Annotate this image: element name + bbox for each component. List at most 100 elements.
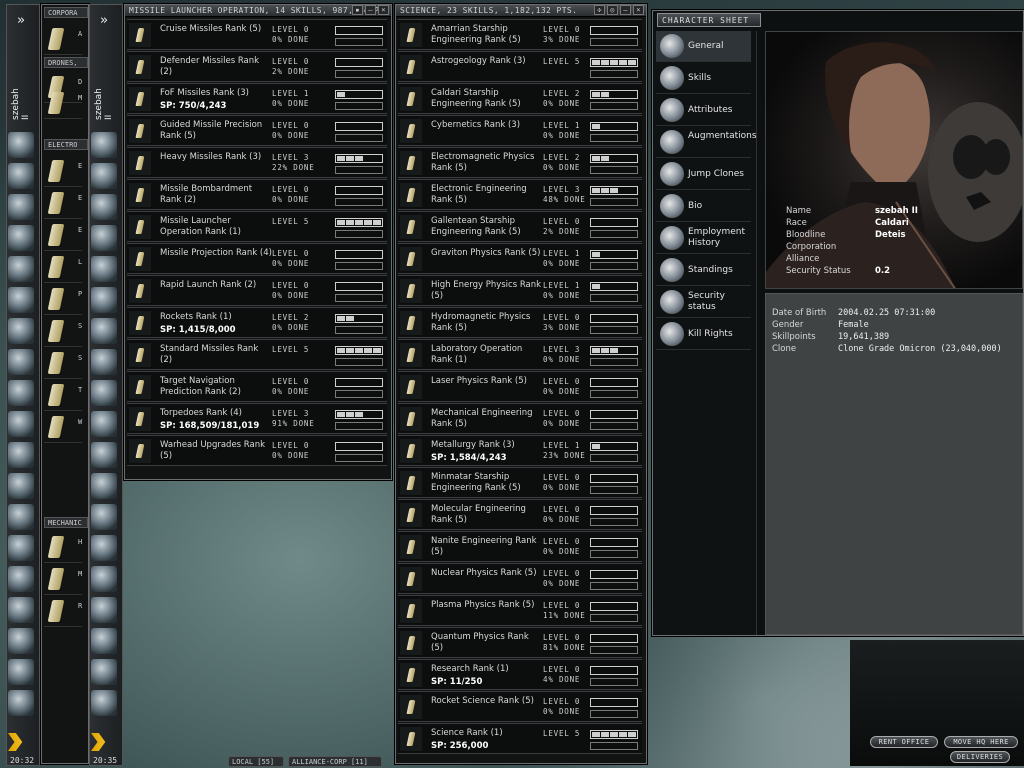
- character-icon[interactable]: [91, 132, 117, 158]
- skill-row[interactable]: Plasma Physics Rank (5) LEVEL 0 11% DONE: [398, 595, 642, 626]
- skill-row[interactable]: Warhead Upgrades Rank (5) LEVEL 0 0% DONE: [127, 435, 387, 466]
- nav-employment[interactable]: Employment History: [656, 223, 751, 254]
- people-icon[interactable]: [8, 504, 34, 530]
- people-icon[interactable]: [91, 504, 117, 530]
- back-skill-row[interactable]: E: [44, 187, 82, 219]
- star-icon[interactable]: [91, 349, 117, 375]
- skill-row[interactable]: Mechanical Engineering Rank (5) LEVEL 0 0%…: [398, 403, 642, 434]
- nav-general[interactable]: General: [656, 31, 751, 62]
- skill-row[interactable]: Torpedoes Rank (4) SP: 168,509/181,019 LEV…: [127, 403, 387, 434]
- skill-row[interactable]: Rockets Rank (1) SP: 1,415/8,000 LEVEL 2 0%…: [127, 307, 387, 338]
- close-icon[interactable]: ×: [633, 5, 644, 15]
- minimize-icon[interactable]: –: [620, 5, 631, 15]
- market-icon[interactable]: [8, 256, 34, 282]
- back-skill-row[interactable]: E: [44, 155, 82, 187]
- map-icon[interactable]: [8, 163, 34, 189]
- character-icon[interactable]: [8, 132, 34, 158]
- back-skill-row[interactable]: S: [44, 347, 82, 379]
- window-menu-icon[interactable]: ▪: [352, 5, 363, 15]
- back-skill-row[interactable]: W: [44, 411, 82, 443]
- notepad-icon[interactable]: [91, 225, 117, 251]
- assets-icon[interactable]: [8, 411, 34, 437]
- skill-row[interactable]: Electronic Engineering Rank (5) LEVEL 3 48…: [398, 179, 642, 210]
- back-skill-row[interactable]: T: [44, 379, 82, 411]
- skill-row[interactable]: Minmatar Starship Engineering Rank (5) LE…: [398, 467, 642, 498]
- rent-office-button[interactable]: RENT OFFICE: [870, 736, 938, 748]
- back-skill-row[interactable]: A: [44, 23, 82, 55]
- skill-row[interactable]: Standard Missiles Rank (2) LEVEL 5: [127, 339, 387, 370]
- close-icon[interactable]: ×: [378, 5, 389, 15]
- minimize-icon[interactable]: –: [365, 5, 376, 15]
- ship-icon[interactable]: [91, 659, 117, 685]
- character-sheet-tab[interactable]: CHARACTER SHEET: [657, 13, 761, 27]
- ship-icon[interactable]: [8, 659, 34, 685]
- science-window-title[interactable]: SCIENCE, 23 SKILLS, 1,182,132 PTS. ✣ ◎ – ×: [396, 5, 646, 17]
- deliveries-button[interactable]: DELIVERIES: [950, 751, 1010, 763]
- globe-icon[interactable]: [91, 535, 117, 561]
- journal-icon[interactable]: [8, 566, 34, 592]
- mail-icon[interactable]: [91, 194, 117, 220]
- cargo-icon[interactable]: [8, 380, 34, 406]
- fitting-icon[interactable]: [91, 287, 117, 313]
- skill-row[interactable]: Electromagnetic Physics Rank (5) LEVEL 20…: [398, 147, 642, 178]
- skill-row[interactable]: Heavy Missiles Rank (3) LEVEL 3 22% DONE: [127, 147, 387, 178]
- nav-jump-clones[interactable]: Jump Clones: [656, 159, 751, 190]
- back-skill-row[interactable]: M: [44, 563, 82, 595]
- skill-row[interactable]: Nanite Engineering Rank (5) LEVEL 0 0% DON…: [398, 531, 642, 562]
- back-skill-row[interactable]: P: [44, 283, 82, 315]
- chat-tab-alliance[interactable]: ALLIANCE-CORP [11]: [288, 756, 382, 767]
- back-skill-row[interactable]: L: [44, 251, 82, 283]
- pin-icon[interactable]: ✣: [594, 5, 605, 15]
- nav-kill-rights[interactable]: Kill Rights: [656, 319, 751, 350]
- nav-security[interactable]: Security status: [656, 287, 751, 318]
- help-icon[interactable]: [91, 473, 117, 499]
- help-icon[interactable]: [8, 473, 34, 499]
- skill-row[interactable]: Guided Missile Precision Rank (5) LEVEL 0…: [127, 115, 387, 146]
- music-icon[interactable]: [91, 597, 117, 623]
- skill-row[interactable]: Gallentean Starship Engineering Rank (5)…: [398, 211, 642, 242]
- skill-row[interactable]: Target Navigation Prediction Rank (2) LEV…: [127, 371, 387, 402]
- market-icon[interactable]: [91, 256, 117, 282]
- star-icon[interactable]: [8, 349, 34, 375]
- network-icon[interactable]: [8, 318, 34, 344]
- move-hq-button[interactable]: MOVE HQ HERE: [944, 736, 1018, 748]
- notepad-icon[interactable]: [8, 225, 34, 251]
- fitting-icon[interactable]: [8, 287, 34, 313]
- nav-attributes[interactable]: Attributes: [656, 95, 751, 126]
- info-icon[interactable]: [8, 628, 34, 654]
- drone-icon[interactable]: [8, 690, 34, 716]
- music-icon[interactable]: [8, 597, 34, 623]
- window-menu-icon[interactable]: ◎: [607, 5, 618, 15]
- skill-row[interactable]: Missile Launcher Operation Rank (1) LEVEL…: [127, 211, 387, 242]
- skill-row[interactable]: Laser Physics Rank (5) LEVEL 0 0% DONE: [398, 371, 642, 402]
- mail-icon[interactable]: [8, 194, 34, 220]
- skill-row[interactable]: Molecular Engineering Rank (5) LEVEL 0 0% …: [398, 499, 642, 530]
- back-skill-row[interactable]: E: [44, 219, 82, 251]
- skill-row[interactable]: Science Rank (1) SP: 256,000 LEVEL 5: [398, 723, 642, 754]
- calculator-icon[interactable]: [8, 442, 34, 468]
- assets-icon[interactable]: [91, 411, 117, 437]
- skill-row[interactable]: Rapid Launch Rank (2) LEVEL 0 0% DONE: [127, 275, 387, 306]
- globe-icon[interactable]: [8, 535, 34, 561]
- skill-row[interactable]: Hydromagnetic Physics Rank (5) LEVEL 0 3% …: [398, 307, 642, 338]
- chat-tab-local[interactable]: LOCAL [55]: [228, 756, 284, 767]
- skill-row[interactable]: Missile Projection Rank (4) LEVEL 0 0% DON…: [127, 243, 387, 274]
- cargo-icon[interactable]: [91, 380, 117, 406]
- neocom-expand-icon[interactable]: »: [100, 13, 108, 28]
- skill-row[interactable]: Graviton Physics Rank (5) LEVEL 1 0% DONE: [398, 243, 642, 274]
- neocom-expand-icon[interactable]: »: [17, 13, 25, 28]
- back-skill-row[interactable]: R: [44, 595, 82, 627]
- info-icon[interactable]: [91, 628, 117, 654]
- skill-row[interactable]: Amarrian Starship Engineering Rank (5) LE…: [398, 19, 642, 50]
- back-skill-row[interactable]: S: [44, 315, 82, 347]
- skill-row[interactable]: Cruise Missiles Rank (5) LEVEL 0 0% DONE: [127, 19, 387, 50]
- map-icon[interactable]: [91, 163, 117, 189]
- back-skill-row[interactable]: M: [44, 87, 82, 119]
- skill-row[interactable]: Astrogeology Rank (3) LEVEL 5: [398, 51, 642, 82]
- nav-skills[interactable]: Skills: [656, 63, 751, 94]
- skill-row[interactable]: Cybernetics Rank (3) LEVEL 1 0% DONE: [398, 115, 642, 146]
- skill-row[interactable]: Rocket Science Rank (5) LEVEL 0 0% DONE: [398, 691, 642, 722]
- back-skill-row[interactable]: H: [44, 531, 82, 563]
- journal-icon[interactable]: [91, 566, 117, 592]
- skill-row[interactable]: Research Rank (1) SP: 11/250 LEVEL 0 4% DON…: [398, 659, 642, 690]
